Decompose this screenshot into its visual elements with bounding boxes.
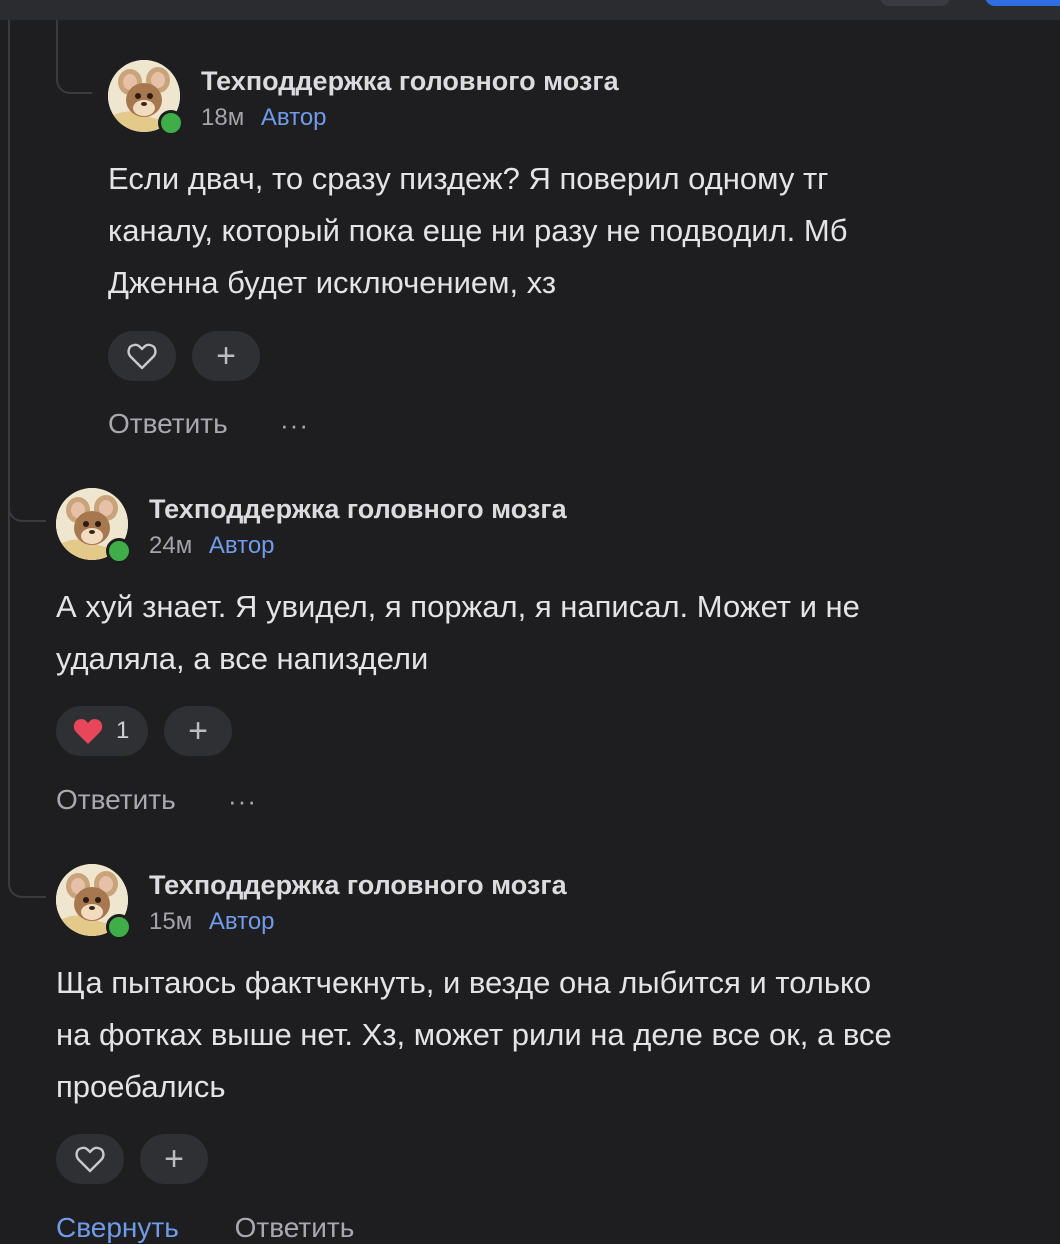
- like-button[interactable]: [56, 1134, 124, 1184]
- comment-text: А хуй знает. Я увидел, я поржал, я напис…: [56, 589, 860, 676]
- add-reaction-button[interactable]: +: [192, 331, 260, 381]
- more-icon[interactable]: ···: [228, 786, 257, 817]
- avatar[interactable]: [108, 60, 184, 136]
- plus-icon: +: [188, 712, 208, 750]
- heart-icon: [75, 1146, 105, 1173]
- like-count: 1: [116, 717, 130, 744]
- comment-meta: 15м Автор: [149, 908, 275, 936]
- avatar[interactable]: [56, 488, 132, 564]
- plus-icon: +: [216, 337, 236, 375]
- plus-icon: +: [164, 1140, 184, 1178]
- top-action-button[interactable]: [985, 0, 1060, 6]
- top-pill[interactable]: [880, 0, 950, 6]
- reply-button[interactable]: Ответить: [56, 784, 176, 816]
- author-badge: Автор: [260, 104, 327, 131]
- comment-author[interactable]: Техподдержка головного мозга: [201, 66, 619, 97]
- online-status-dot: [106, 914, 132, 940]
- comment-time[interactable]: 15м: [149, 908, 192, 935]
- comment-author[interactable]: Техподдержка головного мозга: [149, 494, 567, 525]
- thread-branch: [8, 520, 46, 898]
- author-badge: Автор: [208, 532, 275, 559]
- collapse-button[interactable]: Свернуть: [56, 1212, 179, 1243]
- comment-text: Ща пытаюсь фактчекнуть, и везде она лыби…: [56, 965, 892, 1104]
- heart-icon: [73, 719, 103, 744]
- thread-branch: [8, 420, 46, 522]
- comment-text: Если двач, то сразу пиздеж? Я поверил од…: [108, 161, 848, 300]
- comment: Техподдержка головного мозга 24м Автор А…: [56, 488, 1046, 828]
- reply-button[interactable]: Ответить: [108, 408, 228, 440]
- add-reaction-button[interactable]: +: [140, 1134, 208, 1184]
- comment: Техподдержка головного мозга 18м Автор Е…: [108, 60, 1048, 460]
- comment-time[interactable]: 18м: [201, 104, 244, 131]
- thread-branch: [56, 20, 92, 94]
- comment-meta: 18м Автор: [201, 104, 327, 132]
- avatar[interactable]: [56, 864, 132, 940]
- online-status-dot: [106, 538, 132, 564]
- like-button[interactable]: 1: [56, 706, 148, 756]
- more-icon[interactable]: ···: [280, 410, 309, 441]
- reply-button[interactable]: Ответить: [235, 1212, 355, 1243]
- add-reaction-button[interactable]: +: [164, 706, 232, 756]
- comment-time[interactable]: 24м: [149, 532, 192, 559]
- heart-icon: [127, 343, 157, 370]
- like-button[interactable]: [108, 331, 176, 381]
- bottom-actions: Свернуть Ответить: [56, 1212, 354, 1244]
- online-status-dot: [158, 110, 184, 136]
- comment: Техподдержка головного мозга 15м Автор Щ…: [56, 864, 1046, 1204]
- comment-author[interactable]: Техподдержка головного мозга: [149, 870, 567, 901]
- author-badge: Автор: [208, 908, 275, 935]
- comment-meta: 24м Автор: [149, 532, 275, 560]
- top-bar: [0, 0, 1060, 20]
